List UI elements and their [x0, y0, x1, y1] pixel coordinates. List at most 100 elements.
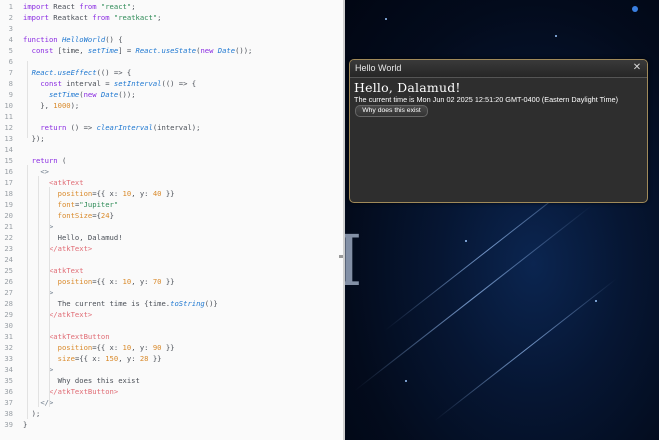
code-line[interactable]: 1 import React from "react"; [0, 1, 343, 12]
code-line[interactable]: 39} [0, 419, 343, 430]
code-text: <atkText [48, 177, 84, 187]
indent-guide [38, 176, 39, 407]
code-line[interactable]: 6 [0, 56, 343, 67]
code-line[interactable]: 28 The current time is {time.toString()} [0, 298, 343, 309]
code-line[interactable]: 21 > [0, 221, 343, 232]
code-text: setTime(new Date()); [48, 89, 136, 99]
code-text: const interval = setInterval(() => { [40, 78, 197, 88]
hello-world-window[interactable]: Hello World ✕ Hello, Dalamud! The curren… [349, 59, 648, 203]
code-text: </atkText> [48, 243, 93, 253]
code-line[interactable]: 33 size={{ x: 150, y: 28 }} [0, 353, 343, 364]
indent-guide [49, 187, 50, 407]
code-text: return () => clearInterval(interval); [40, 122, 201, 132]
line-number: 8 [8, 78, 13, 88]
code-text: position={{ x: 10, y: 70 }} [57, 276, 175, 286]
code-line[interactable]: 5 const [time, setTime] = React.useState… [0, 45, 343, 56]
code-text: Why does this exist [23, 375, 140, 385]
code-text: const [time, setTime] = React.useState(n… [31, 45, 253, 55]
code-editor[interactable]: 1 import React from "react"; 2 import Reatk… [0, 0, 343, 440]
code-line[interactable]: 12 return () => clearInterval(interval); [0, 122, 343, 133]
line-number: 24 [4, 254, 13, 264]
line-number: 33 [4, 353, 13, 363]
line-number: 30 [4, 320, 13, 330]
window-title-bar[interactable]: Hello World ✕ [350, 60, 647, 78]
line-number: 1 [8, 1, 13, 11]
code-text: ); [23, 408, 41, 418]
line-number: 2 [8, 12, 13, 22]
code-line[interactable]: 17 <atkText [0, 177, 343, 188]
line-number: 20 [4, 210, 13, 220]
star [385, 18, 387, 20]
code-line[interactable]: 31 <atkTextButton [0, 331, 343, 342]
code-line[interactable]: 27 > [0, 287, 343, 298]
line-number: 6 [8, 56, 13, 66]
code-line[interactable]: 11 [0, 111, 343, 122]
code-line[interactable]: 14 [0, 144, 343, 155]
code-text: fontSize={24} [57, 210, 114, 220]
code-line[interactable]: 4 function HelloWorld() { [0, 34, 343, 45]
indent-guide [27, 165, 28, 419]
code-line[interactable]: 19 font="Jupiter" [0, 199, 343, 210]
code-line[interactable]: 30 [0, 320, 343, 331]
code-line[interactable]: 7 React.useEffect(() => { [0, 67, 343, 78]
star [555, 35, 557, 37]
code-text: size={{ x: 150, y: 28 }} [57, 353, 162, 363]
line-number: 13 [4, 133, 13, 143]
code-line[interactable]: 2 import Reatkact from "reatkact"; [0, 12, 343, 23]
code-line[interactable]: 32 position={{ x: 10, y: 90 }} [0, 342, 343, 353]
code-line[interactable]: 23 </atkText> [0, 243, 343, 254]
code-line[interactable]: 3 [0, 23, 343, 34]
code-text: <atkText [48, 265, 84, 275]
code-line[interactable]: 24 [0, 254, 343, 265]
code-line[interactable]: 10 }, 1000); [0, 100, 343, 111]
line-number: 7 [8, 67, 13, 77]
code-line[interactable]: 13 }); [0, 133, 343, 144]
line-number: 37 [4, 397, 13, 407]
why-does-this-exist-button[interactable]: Why does this exist [355, 105, 428, 117]
code-line[interactable]: 25 <atkText [0, 265, 343, 276]
line-number: 17 [4, 177, 13, 187]
line-number: 9 [8, 89, 13, 99]
star [465, 240, 467, 242]
line-number: 29 [4, 309, 13, 319]
code-line[interactable]: 9 setTime(new Date()); [0, 89, 343, 100]
hello-text: Hello, Dalamud! [354, 80, 461, 95]
line-number: 18 [4, 188, 13, 198]
line-number: 38 [4, 408, 13, 418]
line-number: 3 [8, 23, 13, 33]
star [632, 6, 638, 12]
code-line[interactable]: 20 fontSize={24} [0, 210, 343, 221]
code-text: import Reatkact from "reatkact"; [23, 12, 162, 22]
line-number: 15 [4, 155, 13, 165]
code-line[interactable]: 16 <> [0, 166, 343, 177]
code-line[interactable]: 29 </atkText> [0, 309, 343, 320]
code-text: </atkText> [48, 309, 93, 319]
light-streak [354, 205, 592, 391]
line-number: 27 [4, 287, 13, 297]
code-line[interactable]: 22 Hello, Dalamud! [0, 232, 343, 243]
code-line[interactable]: 37 </> [0, 397, 343, 408]
code-line[interactable]: 8 const interval = setInterval(() => { [0, 78, 343, 89]
code-text: position={{ x: 10, y: 40 }} [57, 188, 175, 198]
scrollbar-marker[interactable] [339, 255, 343, 258]
line-number: 10 [4, 100, 13, 110]
code-line[interactable]: 38 ); [0, 408, 343, 419]
indent-guide [27, 61, 28, 138]
code-text: import React from "react"; [23, 1, 136, 11]
code-line[interactable]: 15 return ( [0, 155, 343, 166]
code-line[interactable]: 34 > [0, 364, 343, 375]
line-number: 22 [4, 232, 13, 242]
line-number: 35 [4, 375, 13, 385]
line-number: 23 [4, 243, 13, 253]
line-number: 25 [4, 265, 13, 275]
code-text: return ( [31, 155, 67, 165]
light-streak [434, 278, 617, 421]
close-icon[interactable]: ✕ [631, 62, 643, 74]
code-line[interactable]: 35 Why does this exist [0, 375, 343, 386]
code-line[interactable]: 36 </atkTextButton> [0, 386, 343, 397]
code-text: <atkTextButton [48, 331, 110, 341]
code-line[interactable]: 26 position={{ x: 10, y: 70 }} [0, 276, 343, 287]
window-title: Hello World [355, 63, 402, 73]
code-line[interactable]: 18 position={{ x: 10, y: 40 }} [0, 188, 343, 199]
star [405, 380, 407, 382]
